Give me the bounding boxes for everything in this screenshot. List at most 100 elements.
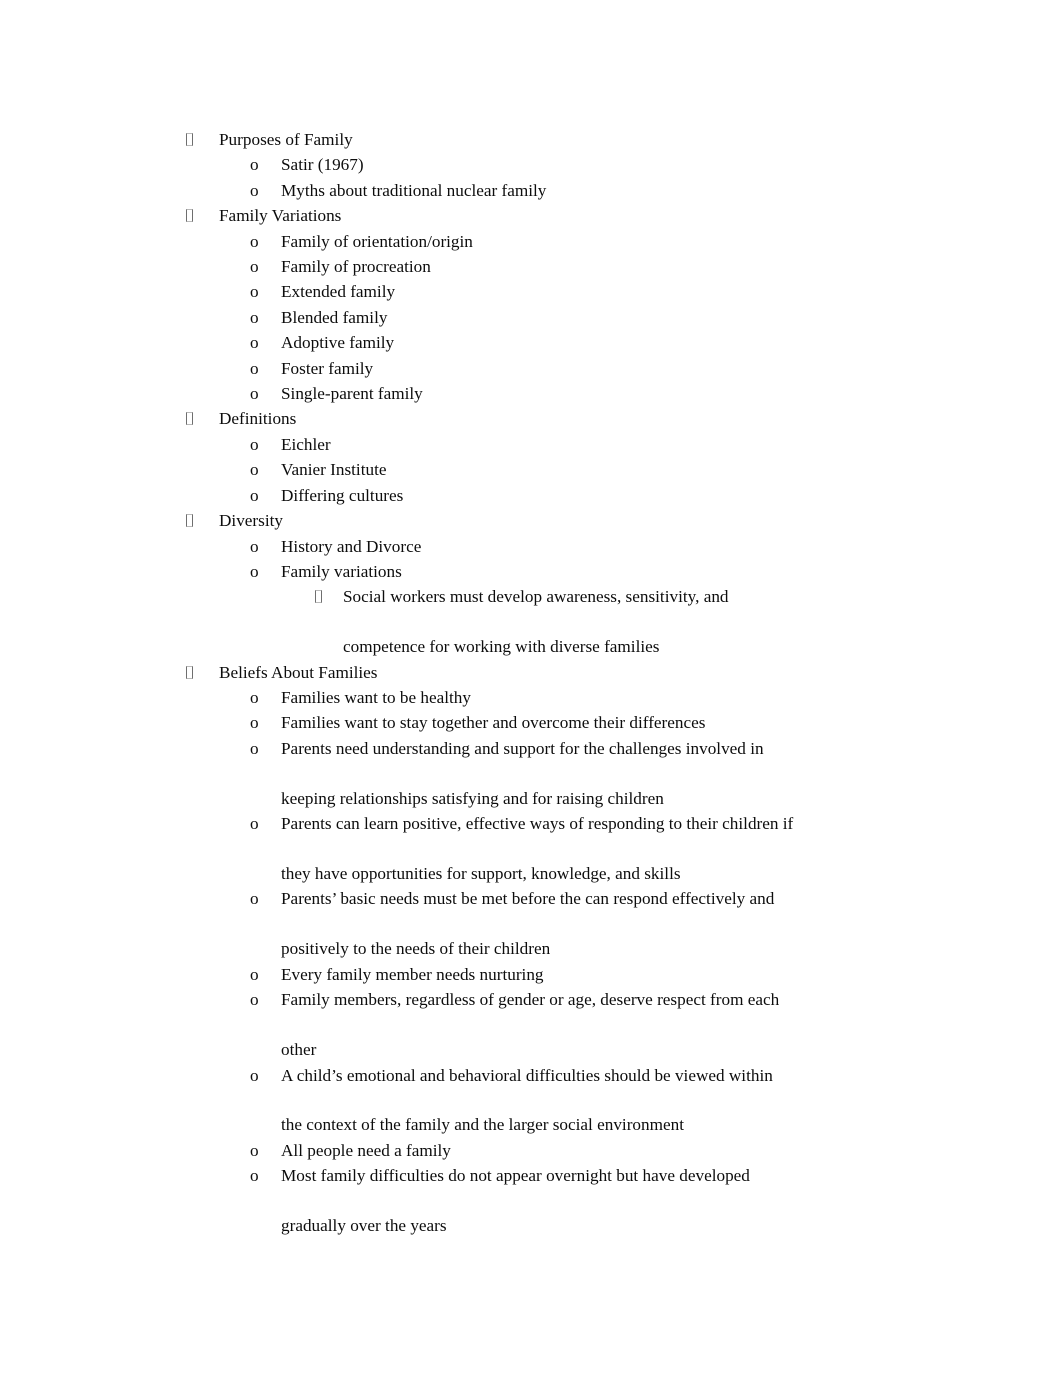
document-page: Purposes of Family o Satir (1967) o Myths ab… bbox=[0, 0, 1062, 1376]
bullet-o-icon: o bbox=[250, 814, 259, 834]
outline-item-level-2: o Family members, regardless of gender or… bbox=[0, 987, 1062, 1012]
outline-continuation-line: other bbox=[0, 1037, 1062, 1062]
outline-item-text: Myths about traditional nuclear family bbox=[281, 180, 547, 200]
bullet-o-icon: o bbox=[250, 990, 259, 1010]
outline-item-text: Most family difficulties do not appear o… bbox=[281, 1166, 750, 1186]
outline-item-level-1: Diversity bbox=[0, 508, 1062, 533]
bullet-o-icon: o bbox=[250, 536, 259, 556]
outline-item-level-2: o All people need a family bbox=[0, 1138, 1062, 1163]
continuation-text: competence for working with diverse fami… bbox=[343, 637, 660, 657]
outline-item-text: Social workers must develop awareness, s… bbox=[343, 587, 729, 607]
outline-item-level-2: o Family variations bbox=[0, 559, 1062, 584]
outline-item-text: Family members, regardless of gender or … bbox=[281, 990, 780, 1010]
outline-continuation-line: the context of the family and the larger… bbox=[0, 1112, 1062, 1137]
bullet-o-icon: o bbox=[250, 964, 259, 984]
outline-item-text: Every family member needs nurturing bbox=[281, 964, 544, 984]
outline-item-text: Single-parent family bbox=[281, 384, 423, 404]
continuation-text: positively to the needs of their childre… bbox=[281, 939, 551, 959]
outline-item-text: Parents can learn positive, effective wa… bbox=[281, 814, 794, 834]
continuation-text: keeping relationships satisfying and for… bbox=[281, 788, 664, 808]
outline-item-text: Satir (1967) bbox=[281, 155, 364, 175]
outline-item-level-2: o Every family member needs nurturing bbox=[0, 962, 1062, 987]
outline-item-level-2: o Families want to be healthy bbox=[0, 685, 1062, 710]
continuation-text: they have opportunities for support, kno… bbox=[281, 864, 681, 884]
bullet-o-icon: o bbox=[250, 282, 259, 302]
bullet-o-icon: o bbox=[250, 180, 259, 200]
outline-item-text: Definitions bbox=[219, 409, 297, 429]
outline-item-text: Beliefs About Families bbox=[219, 662, 378, 682]
bullet-o-icon: o bbox=[250, 1140, 259, 1160]
outline-item-text: Parents’ basic needs must be met before … bbox=[281, 889, 775, 909]
bullet-o-icon: o bbox=[250, 485, 259, 505]
outline-body: Purposes of Family o Satir (1967) o Myths ab… bbox=[0, 0, 1062, 1239]
bullet-box-icon bbox=[186, 203, 193, 228]
bullet-o-icon: o bbox=[250, 358, 259, 378]
bullet-o-icon: o bbox=[250, 713, 259, 733]
bullet-o-icon: o bbox=[250, 688, 259, 708]
outline-item-level-2: o Foster family bbox=[0, 356, 1062, 381]
outline-item-text: Blended family bbox=[281, 307, 388, 327]
outline-item-text: Differing cultures bbox=[281, 485, 404, 505]
bullet-box-icon bbox=[315, 584, 322, 609]
bullet-o-icon: o bbox=[250, 889, 259, 909]
outline-item-text: Parents need understanding and support f… bbox=[281, 738, 764, 758]
tofu-glyph-icon bbox=[315, 590, 322, 604]
outline-item-text: Family of orientation/origin bbox=[281, 231, 473, 251]
outline-continuation-line: keeping relationships satisfying and for… bbox=[0, 786, 1062, 811]
outline-continuation-line: competence for working with diverse fami… bbox=[0, 634, 1062, 659]
outline-item-text: Adoptive family bbox=[281, 333, 395, 353]
outline-item-text: Family of procreation bbox=[281, 257, 431, 277]
outline-item-level-2: o Myths about traditional nuclear family bbox=[0, 178, 1062, 203]
outline-item-text: Family Variations bbox=[219, 206, 342, 226]
bullet-o-icon: o bbox=[250, 434, 259, 454]
outline-item-text: Family variations bbox=[281, 561, 402, 581]
outline-continuation-line: they have opportunities for support, kno… bbox=[0, 861, 1062, 886]
outline-item-level-2: o Parents’ basic needs must be met before… bbox=[0, 886, 1062, 911]
bullet-box-icon bbox=[186, 508, 193, 533]
bullet-o-icon: o bbox=[250, 307, 259, 327]
outline-item-text: Extended family bbox=[281, 282, 396, 302]
outline-item-level-2: o Blended family bbox=[0, 305, 1062, 330]
outline-item-text: Eichler bbox=[281, 434, 331, 454]
outline-item-text: Families want to stay together and overc… bbox=[281, 713, 706, 733]
outline-item-level-2: o Adoptive family bbox=[0, 330, 1062, 355]
tofu-glyph-icon bbox=[186, 209, 193, 223]
outline-item-level-1: Purposes of Family bbox=[0, 127, 1062, 152]
outline-item-level-1: Definitions bbox=[0, 406, 1062, 431]
outline-item-level-1: Family Variations bbox=[0, 203, 1062, 228]
outline-item-text: History and Divorce bbox=[281, 536, 422, 556]
bullet-o-icon: o bbox=[250, 384, 259, 404]
tofu-glyph-icon bbox=[186, 412, 193, 426]
bullet-o-icon: o bbox=[250, 155, 259, 175]
continuation-text: other bbox=[281, 1040, 317, 1060]
outline-item-text: Vanier Institute bbox=[281, 460, 387, 480]
outline-item-level-2: o Single-parent family bbox=[0, 381, 1062, 406]
tofu-glyph-icon bbox=[186, 514, 193, 528]
bullet-box-icon bbox=[186, 660, 193, 685]
tofu-glyph-icon bbox=[186, 133, 193, 146]
bullet-o-icon: o bbox=[250, 333, 259, 353]
bullet-box-icon bbox=[186, 127, 193, 152]
outline-item-level-2: o Parents need understanding and support … bbox=[0, 736, 1062, 761]
outline-item-level-2: o Family of procreation bbox=[0, 254, 1062, 279]
bullet-o-icon: o bbox=[250, 561, 259, 581]
outline-item-text: Purposes of Family bbox=[219, 130, 353, 149]
outline-item-level-3: Social workers must develop awareness, s… bbox=[0, 584, 1062, 609]
outline-item-text: Foster family bbox=[281, 358, 374, 378]
outline-item-level-2: o Parents can learn positive, effective w… bbox=[0, 811, 1062, 836]
outline-item-text: A child’s emotional and behavioral diffi… bbox=[281, 1065, 773, 1085]
tofu-glyph-icon bbox=[186, 665, 193, 679]
outline-item-text: Families want to be healthy bbox=[281, 688, 471, 708]
bullet-o-icon: o bbox=[250, 1166, 259, 1186]
outline-item-level-2: o Most family difficulties do not appear … bbox=[0, 1163, 1062, 1188]
bullet-box-icon bbox=[186, 406, 193, 431]
outline-continuation-line: positively to the needs of their childre… bbox=[0, 936, 1062, 961]
bullet-o-icon: o bbox=[250, 257, 259, 277]
outline-continuation-line: gradually over the years bbox=[0, 1213, 1062, 1238]
outline-item-level-2: o History and Divorce bbox=[0, 534, 1062, 559]
outline-item-level-2: o Families want to stay together and over… bbox=[0, 710, 1062, 735]
outline-item-level-1: Beliefs About Families bbox=[0, 660, 1062, 685]
outline-item-level-2: o Satir (1967) bbox=[0, 152, 1062, 177]
outline-item-level-2: o Differing cultures bbox=[0, 483, 1062, 508]
outline-item-level-2: o Eichler bbox=[0, 432, 1062, 457]
